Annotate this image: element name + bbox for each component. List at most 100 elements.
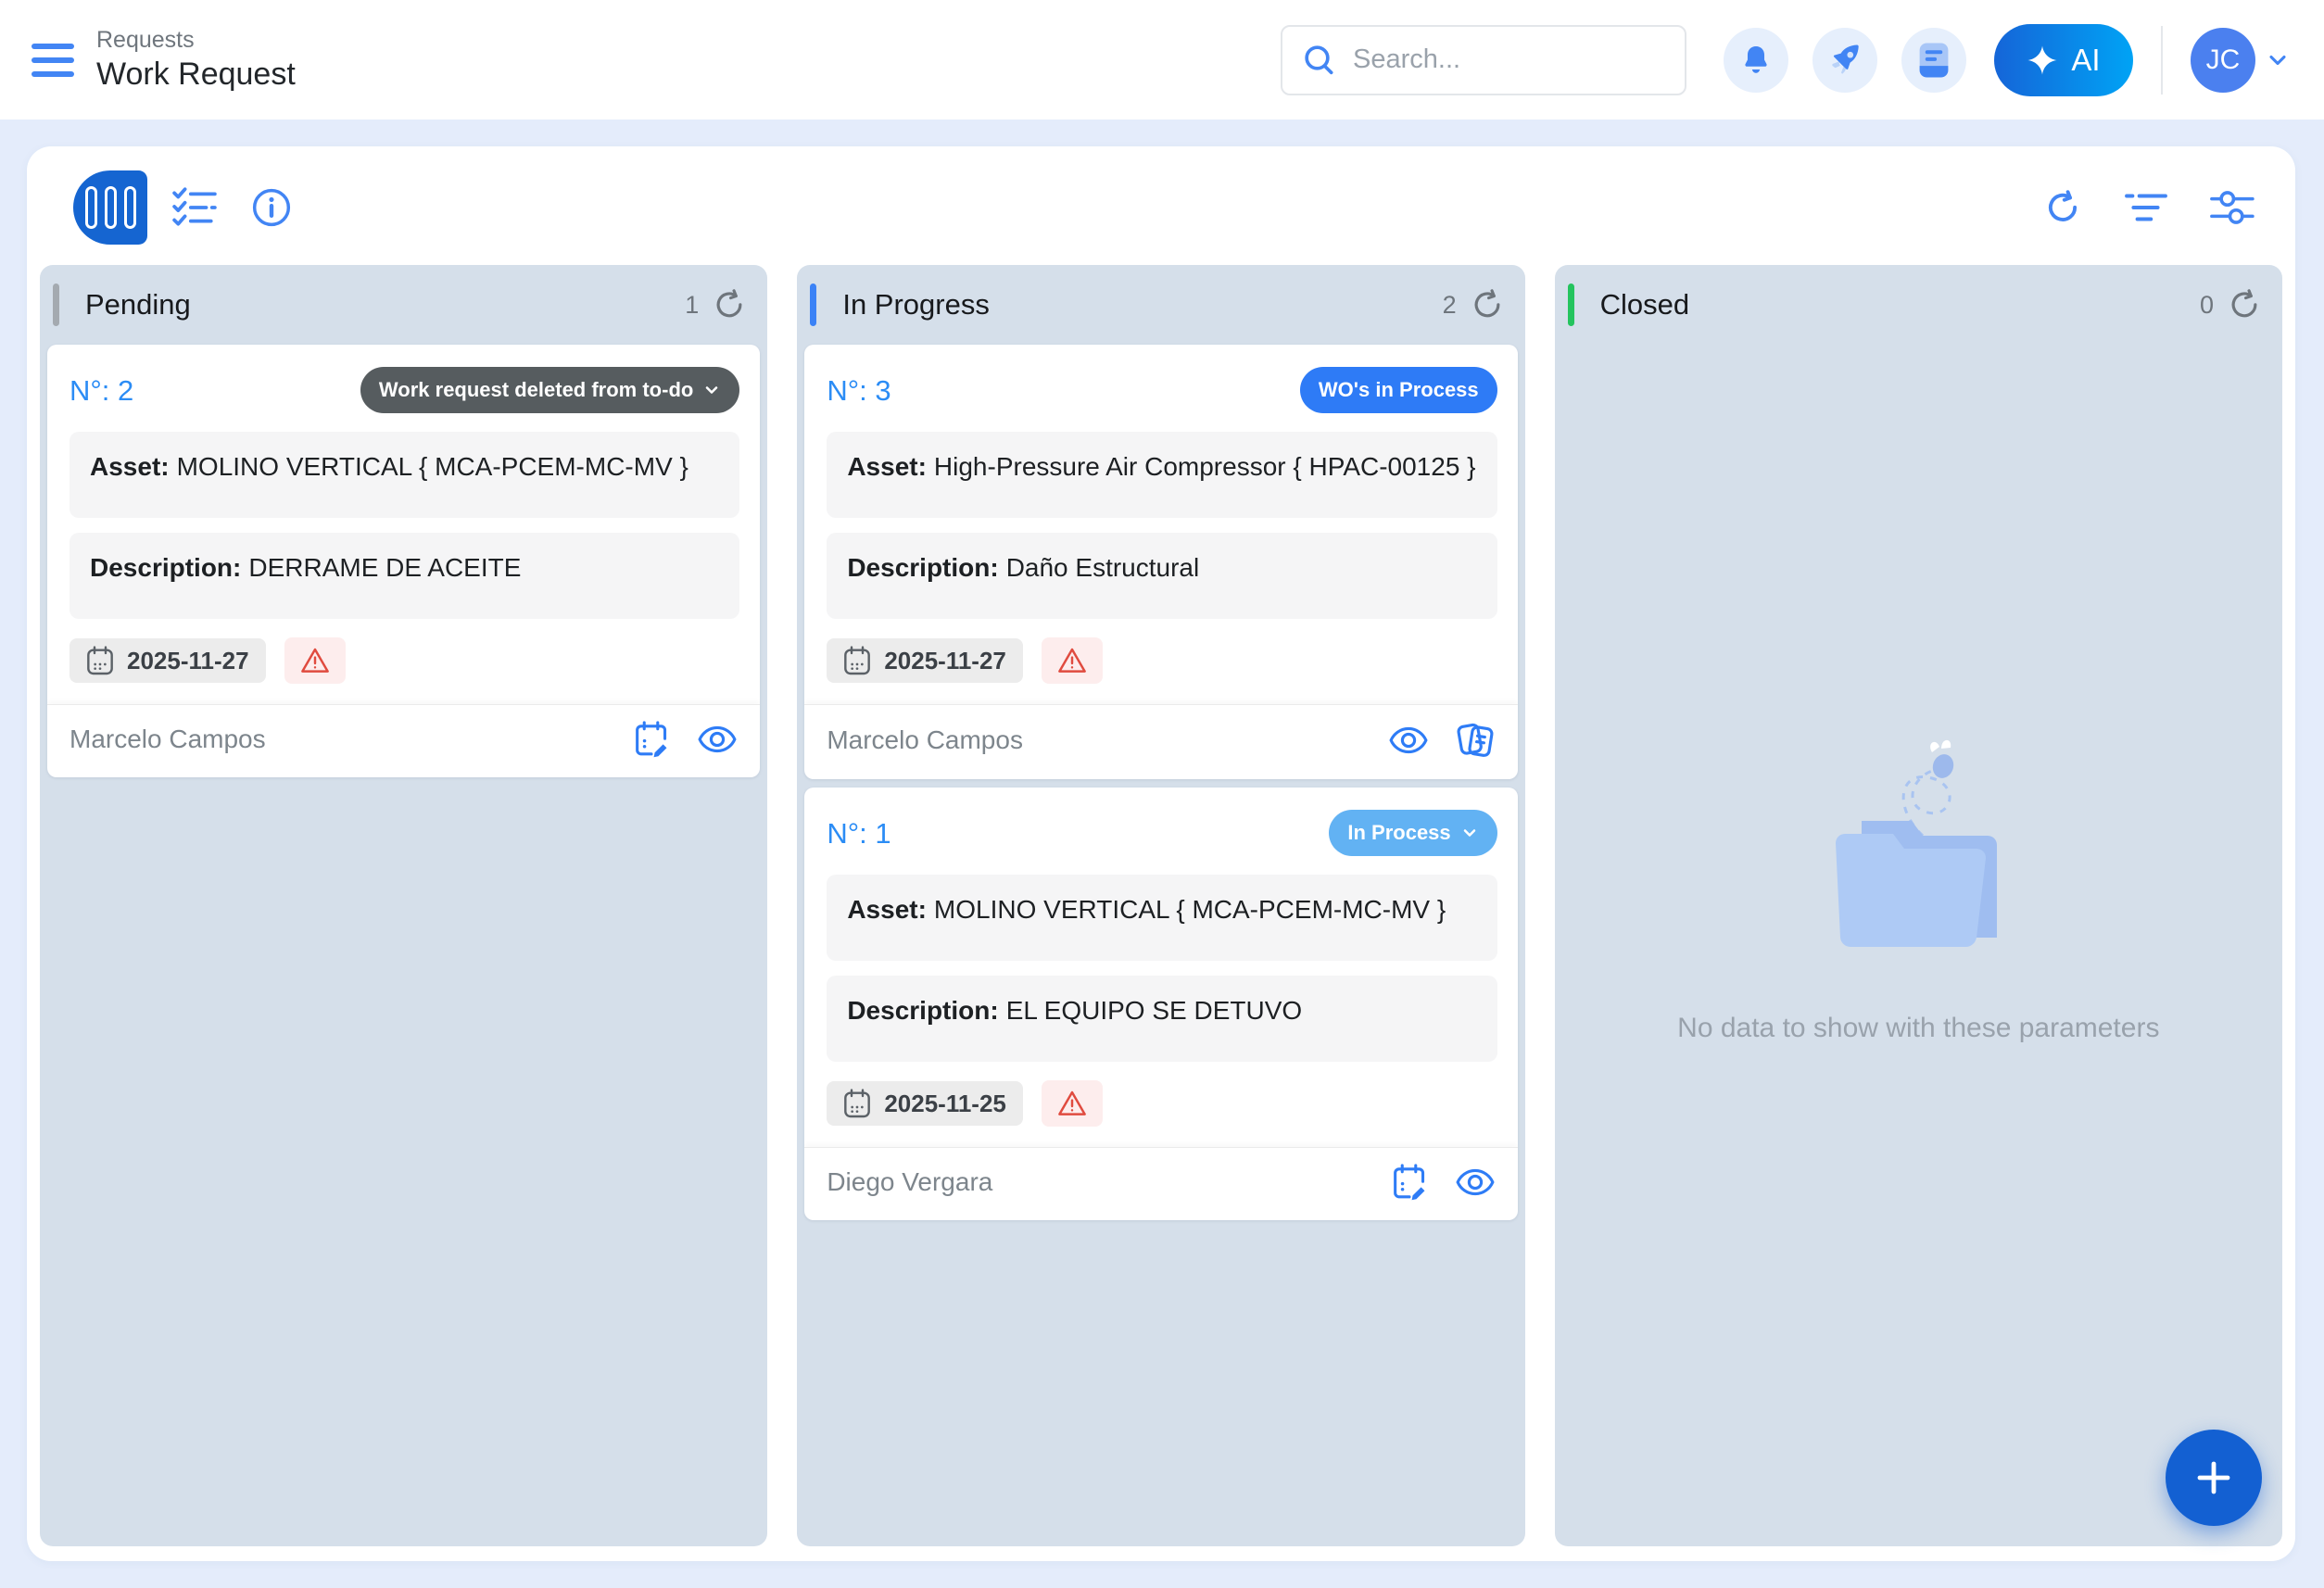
warning-triangle-icon xyxy=(1056,647,1088,674)
status-badge[interactable]: WO's in Process xyxy=(1300,367,1497,413)
column-pending-header: Pending 1 xyxy=(40,265,767,345)
due-date-chip: 2025-11-27 xyxy=(827,638,1023,683)
column-refresh-icon[interactable] xyxy=(1470,287,1505,322)
card-number: N°: 2 xyxy=(69,367,133,408)
description-value: Daño Estructural xyxy=(1006,553,1200,582)
filter-icon[interactable] xyxy=(2125,191,2167,224)
column-refresh-icon[interactable] xyxy=(712,287,747,322)
warning-triangle-icon xyxy=(299,647,331,674)
overdue-warning-chip xyxy=(1042,1080,1103,1127)
asset-field: Asset:High-Pressure Air Compressor { HPA… xyxy=(827,432,1497,518)
calendar-edit-icon[interactable] xyxy=(1390,1163,1429,1202)
asset-label: Asset: xyxy=(90,452,170,481)
description-label: Description: xyxy=(847,996,998,1025)
breadcrumb: Requests xyxy=(96,27,296,54)
asset-value: MOLINO VERTICAL { MCA-PCEM-MC-MV } xyxy=(177,452,688,481)
asset-field: Asset:MOLINO VERTICAL { MCA-PCEM-MC-MV } xyxy=(827,875,1497,961)
due-date: 2025-11-27 xyxy=(884,647,1006,675)
page-title: Work Request xyxy=(96,57,296,93)
work-orders-icon[interactable] xyxy=(1455,720,1496,761)
assignee-name: Diego Vergara xyxy=(827,1167,992,1197)
asset-label: Asset: xyxy=(847,895,927,924)
asset-value: High-Pressure Air Compressor { HPAC-0012… xyxy=(934,452,1476,481)
work-request-card[interactable]: N°: 2 Work request deleted from to-do As… xyxy=(47,345,760,777)
asset-label: Asset: xyxy=(847,452,927,481)
column-closed: Closed 0 xyxy=(1555,265,2282,1546)
ai-button-label: AI xyxy=(2071,43,2100,78)
release-notes-button[interactable] xyxy=(1901,28,1966,93)
eye-icon[interactable] xyxy=(697,723,738,756)
description-value: EL EQUIPO SE DETUVO xyxy=(1006,996,1302,1025)
add-work-request-button[interactable] xyxy=(2166,1430,2262,1526)
notifications-button[interactable] xyxy=(1724,28,1788,93)
description-label: Description: xyxy=(847,553,998,582)
sparkle-icon xyxy=(2027,44,2058,76)
column-title: In Progress xyxy=(842,288,990,321)
description-field: Description: EL EQUIPO SE DETUVO xyxy=(827,976,1497,1062)
avatar[interactable]: JC xyxy=(2191,28,2255,93)
calendar-icon xyxy=(843,646,871,675)
pending-cards: N°: 2 Work request deleted from to-do As… xyxy=(40,345,767,777)
column-closed-header: Closed 0 xyxy=(1555,265,2282,345)
status-badge[interactable]: Work request deleted from to-do xyxy=(360,367,739,413)
kanban-board: Pending 1 N°: 2 Work request deleted fro… xyxy=(27,265,2295,1561)
assignee-name: Marcelo Campos xyxy=(827,725,1023,755)
calendar-icon xyxy=(86,646,114,675)
search-box[interactable] xyxy=(1281,25,1686,95)
work-request-panel: Pending 1 N°: 2 Work request deleted fro… xyxy=(27,146,2295,1561)
column-count: 2 xyxy=(1443,291,1457,320)
closed-accent-bar xyxy=(1568,284,1574,326)
work-request-card[interactable]: N°: 1 In Process Asset:MOLINO VERTICAL {… xyxy=(804,788,1517,1220)
app-header: Requests Work Request xyxy=(0,0,2324,120)
ai-assistant-button[interactable]: AI xyxy=(1994,24,2133,96)
account-chevron-down-icon[interactable] xyxy=(2265,47,2291,73)
title-block: Requests Work Request xyxy=(96,27,296,93)
card-number: N°: 1 xyxy=(827,810,890,851)
whats-new-button[interactable] xyxy=(1812,28,1877,93)
empty-state: No data to show with these parameters xyxy=(1555,345,2282,1546)
in-progress-cards: N°: 3 WO's in Process Asset:High-Pressur… xyxy=(797,345,1524,1220)
plus-icon xyxy=(2191,1456,2236,1500)
kanban-view-button[interactable] xyxy=(73,170,147,245)
asset-field: Asset:MOLINO VERTICAL { MCA-PCEM-MC-MV } xyxy=(69,432,739,518)
column-count: 0 xyxy=(2200,291,2214,320)
column-count: 1 xyxy=(685,291,699,320)
info-icon[interactable] xyxy=(251,187,292,228)
calendar-edit-icon[interactable] xyxy=(632,720,671,759)
rocket-icon xyxy=(1825,41,1864,80)
eye-icon[interactable] xyxy=(1388,724,1429,757)
description-field: Description: Daño Estructural xyxy=(827,533,1497,619)
overdue-warning-chip xyxy=(284,637,346,684)
status-badge-label: WO's in Process xyxy=(1319,378,1479,402)
status-badge[interactable]: In Process xyxy=(1329,810,1497,856)
due-date-chip: 2025-11-27 xyxy=(69,638,266,683)
hamburger-menu-icon[interactable] xyxy=(32,44,74,77)
chevron-down-icon xyxy=(702,381,721,399)
status-badge-label: Work request deleted from to-do xyxy=(379,378,693,402)
overdue-warning-chip xyxy=(1042,637,1103,684)
header-icon-group xyxy=(1724,28,1966,93)
column-refresh-icon[interactable] xyxy=(2227,287,2262,322)
eye-icon[interactable] xyxy=(1455,1166,1496,1199)
empty-state-message: No data to show with these parameters xyxy=(1677,1013,2159,1044)
bell-icon xyxy=(1738,43,1774,78)
asset-value: MOLINO VERTICAL { MCA-PCEM-MC-MV } xyxy=(934,895,1446,924)
calendar-icon xyxy=(843,1089,871,1118)
description-value: DERRAME DE ACEITE xyxy=(248,553,521,582)
status-badge-label: In Process xyxy=(1347,821,1450,845)
search-input[interactable] xyxy=(1353,44,1666,75)
description-label: Description: xyxy=(90,553,241,582)
refresh-icon[interactable] xyxy=(2043,188,2082,227)
warning-triangle-icon xyxy=(1056,1090,1088,1117)
column-pending: Pending 1 N°: 2 Work request deleted fro… xyxy=(40,265,767,1546)
in-progress-accent-bar xyxy=(810,284,816,326)
assignee-name: Marcelo Campos xyxy=(69,725,266,754)
work-request-card[interactable]: N°: 3 WO's in Process Asset:High-Pressur… xyxy=(804,345,1517,779)
chevron-down-icon xyxy=(1460,824,1479,842)
due-date: 2025-11-25 xyxy=(884,1090,1006,1118)
due-date-chip: 2025-11-25 xyxy=(827,1081,1023,1126)
display-settings-icon[interactable] xyxy=(2210,190,2255,225)
search-icon xyxy=(1301,42,1338,79)
card-number: N°: 3 xyxy=(827,367,890,408)
checklist-view-icon[interactable] xyxy=(171,186,218,229)
